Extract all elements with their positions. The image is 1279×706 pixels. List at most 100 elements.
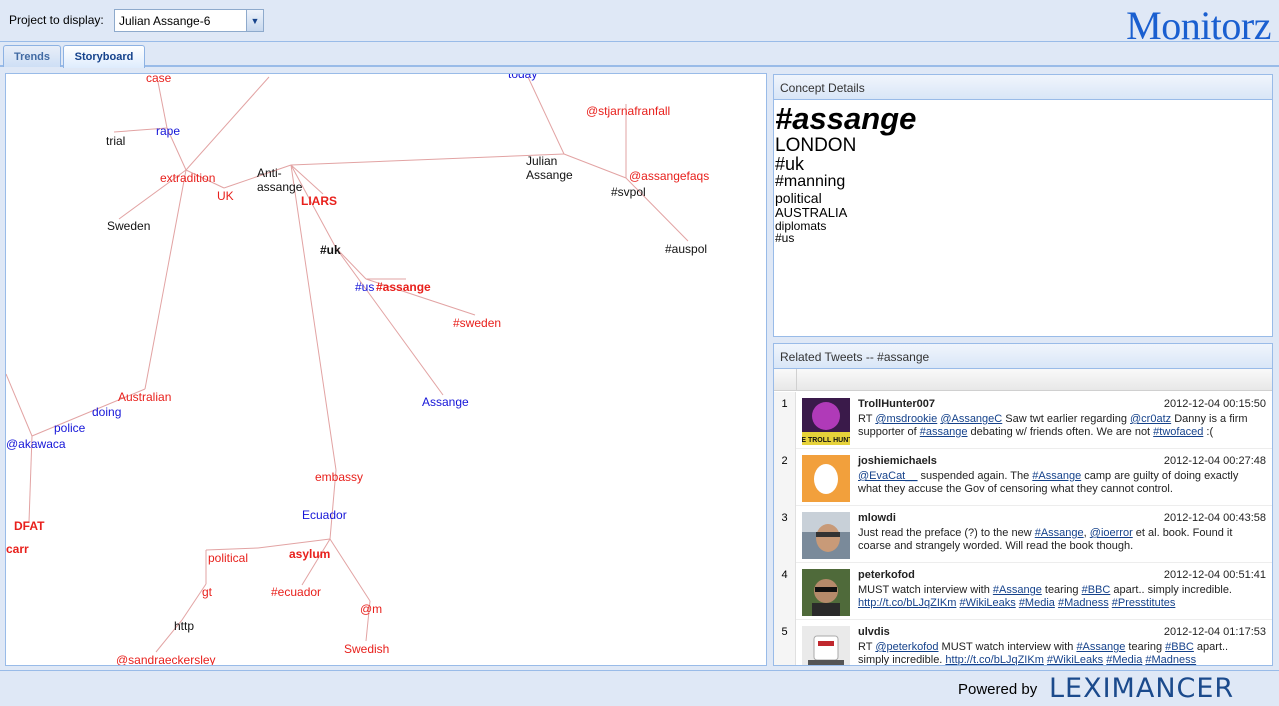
concept-node[interactable]: Assange	[422, 395, 469, 409]
concept-node[interactable]: Anti-	[257, 166, 282, 180]
tweet-link[interactable]: #Assange	[1032, 470, 1081, 482]
concept-node[interactable]: today	[508, 74, 537, 81]
concept-node[interactable]: #ecuador	[271, 585, 321, 599]
concept-node[interactable]: Sweden	[107, 219, 150, 233]
concept-node[interactable]: extradition	[160, 171, 215, 185]
concept-node[interactable]: Assange	[526, 168, 573, 182]
tab-storyboard[interactable]: Storyboard	[63, 45, 145, 68]
concept-item[interactable]: diplomats	[774, 219, 1272, 233]
concept-node[interactable]: Swedish	[344, 642, 389, 656]
concept-node[interactable]: #auspol	[665, 242, 707, 256]
tweet-link[interactable]: http://t.co/bLJqZIKm	[945, 654, 1043, 665]
avatar	[802, 569, 850, 616]
tweet-link[interactable]: #WikiLeaks	[1047, 654, 1103, 665]
tweet-link[interactable]: @msdrookie	[875, 413, 937, 425]
tweet-date: 2012-12-04 00:27:48	[1163, 455, 1266, 467]
concept-node[interactable]: @m	[360, 602, 382, 616]
avatar	[802, 512, 850, 559]
tweet-link[interactable]: http://t.co/bLJqZIKm	[858, 597, 956, 609]
concept-node[interactable]: http	[174, 619, 194, 633]
tweet-row-number: 2	[774, 449, 796, 506]
tweet-text: Just read the preface (?) to the new #As…	[858, 527, 1233, 552]
concept-node[interactable]: @stjarnafranfall	[586, 104, 670, 118]
concept-node[interactable]: #assange	[376, 280, 431, 294]
concept-node[interactable]: @assangefaqs	[629, 169, 709, 183]
tweet-username[interactable]: TrollHunter007	[858, 398, 935, 410]
concept-item[interactable]: #us	[774, 232, 1272, 245]
tweet-username[interactable]: peterkofod	[858, 569, 915, 581]
concept-node[interactable]: gt	[202, 585, 213, 599]
tweet-link[interactable]: #twofaced	[1153, 426, 1203, 438]
concept-node[interactable]: police	[54, 421, 86, 435]
tweet-row[interactable]: 2 joshiemichaels 2012-12-04 00:27:48 @Ev…	[774, 449, 1272, 506]
chevron-down-icon[interactable]: ▼	[246, 10, 263, 31]
tweet-link[interactable]: @ioerror	[1090, 527, 1133, 539]
project-select-value: Julian Assange-6	[119, 14, 211, 28]
concept-node[interactable]: asylum	[289, 547, 330, 561]
tab-bar: Trends Storyboard	[0, 43, 1279, 68]
tweet-link[interactable]: @cr0atz	[1130, 413, 1171, 425]
concept-node[interactable]: trial	[106, 134, 125, 148]
concept-node[interactable]: assange	[257, 180, 303, 194]
tweet-username[interactable]: ulvdis	[858, 626, 890, 638]
tweet-link[interactable]: #Madness	[1058, 597, 1109, 609]
concept-item[interactable]: #assange	[774, 102, 1272, 136]
tweet-row-number: 4	[774, 563, 796, 620]
tweet-link[interactable]: #Presstitutes	[1112, 597, 1176, 609]
concept-item[interactable]: #uk	[774, 155, 1272, 174]
concept-node[interactable]: Australian	[118, 390, 171, 404]
tweet-row[interactable]: 5 ulvdis 2012-12-04 01:17:53 RT @peterko…	[774, 620, 1272, 666]
tweet-text: @EvaCat__ suspended again. The #Assange …	[858, 470, 1239, 495]
concept-item[interactable]: #manning	[774, 174, 1272, 191]
concept-node[interactable]: Julian	[526, 154, 557, 168]
tweet-row[interactable]: 3 mlowdi 2012-12-04 00:43:58 Just read t…	[774, 506, 1272, 563]
project-select[interactable]: Julian Assange-6 ▼	[114, 9, 264, 32]
tweet-row[interactable]: 4 peterkofod 2012-12-04 00:51:41 MUST wa…	[774, 563, 1272, 620]
concept-map[interactable]: today case rape trial extradition UK Anti-assa…	[5, 73, 767, 666]
tweet-link[interactable]: #assange	[920, 426, 968, 438]
tweet-list[interactable]: 1 IE TROLL HUNT TrollHunter007 2012-12-0…	[774, 392, 1272, 666]
tweet-link[interactable]: #BBC	[1165, 641, 1194, 653]
avatar: IE TROLL HUNT	[799, 398, 853, 445]
concept-node[interactable]: UK	[217, 189, 234, 203]
concept-node[interactable]: #us	[355, 280, 374, 294]
concept-node[interactable]: @sandraeckersley	[116, 653, 216, 666]
concept-node[interactable]: Ecuador	[302, 508, 347, 522]
concept-node[interactable]: doing	[92, 405, 121, 419]
concept-node[interactable]: #sweden	[453, 316, 501, 330]
tweet-link[interactable]: #Media	[1106, 654, 1142, 665]
tweet-link[interactable]: #Madness	[1145, 654, 1196, 665]
tweet-username[interactable]: joshiemichaels	[858, 455, 937, 467]
tweet-row[interactable]: 1 IE TROLL HUNT TrollHunter007 2012-12-0…	[774, 392, 1272, 449]
concept-node[interactable]: #uk	[320, 243, 341, 257]
concept-node[interactable]: rape	[156, 124, 180, 138]
concept-item[interactable]: political	[774, 191, 1272, 206]
concept-node[interactable]: #svpol	[611, 185, 646, 199]
tweet-text: RT @peterkofod MUST watch interview with…	[858, 641, 1229, 666]
concept-node[interactable]: carr	[6, 542, 29, 556]
concept-node[interactable]: case	[146, 74, 172, 85]
concept-node[interactable]: political	[208, 551, 248, 565]
tweet-username[interactable]: mlowdi	[858, 512, 896, 524]
tweet-link[interactable]: #Assange	[1076, 641, 1125, 653]
concept-node[interactable]: @akawaca	[6, 437, 66, 451]
tweet-link[interactable]: #Assange	[1035, 527, 1084, 539]
concept-node[interactable]: embassy	[315, 470, 363, 484]
tweet-link[interactable]: #Media	[1019, 597, 1055, 609]
tweet-link[interactable]: @peterkofod	[875, 641, 938, 653]
concept-node[interactable]: DFAT	[14, 519, 45, 533]
concept-item[interactable]: AUSTRALIA	[774, 206, 1272, 220]
tweet-link[interactable]: #Assange	[993, 584, 1042, 596]
tweet-row-number: 3	[774, 506, 796, 563]
tweet-link[interactable]: @EvaCat__	[858, 470, 917, 482]
concept-node[interactable]: LIARS	[301, 194, 337, 208]
tweet-date: 2012-12-04 01:17:53	[1163, 626, 1266, 638]
tab-trends[interactable]: Trends	[3, 45, 61, 67]
tweet-date: 2012-12-04 00:51:41	[1163, 569, 1266, 581]
concept-item[interactable]: LONDON	[774, 135, 1272, 156]
tweet-link[interactable]: @AssangeC	[940, 413, 1002, 425]
leximancer-logo: LEXIMANCER	[1049, 673, 1235, 704]
concept-details-title: Concept Details	[774, 75, 1272, 100]
tweet-link[interactable]: #BBC	[1082, 584, 1111, 596]
tweet-link[interactable]: #WikiLeaks	[960, 597, 1016, 609]
